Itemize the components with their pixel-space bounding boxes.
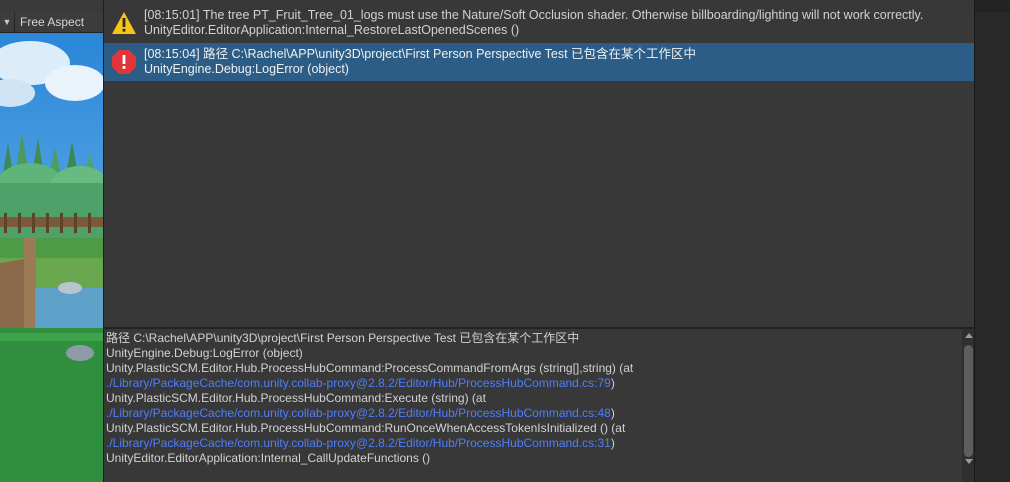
- link-suffix: ): [610, 376, 615, 390]
- log-entry-warning[interactable]: [08:15:01] The tree PT_Fruit_Tree_01_log…: [104, 4, 975, 42]
- detail-line: 路径 C:\Rachel\APP\unity3D\project\First P…: [106, 331, 580, 345]
- stack-trace-link[interactable]: ./Library/PackageCache/com.unity.collab-…: [106, 376, 611, 390]
- log-details-panel: 路径 C:\Rachel\APP\unity3D\project\First P…: [104, 329, 962, 482]
- stack-trace-link[interactable]: ./Library/PackageCache/com.unity.collab-…: [106, 436, 611, 450]
- warning-icon: [104, 4, 144, 42]
- stack-trace-link-row: ./Library/PackageCache/com.unity.collab-…: [106, 376, 962, 391]
- stack-trace-link-row: ./Library/PackageCache/com.unity.collab-…: [106, 436, 962, 451]
- log-stack-first-line: UnityEngine.Debug:LogError (object): [144, 62, 349, 76]
- console-log-list[interactable]: [08:15:01] The tree PT_Fruit_Tree_01_log…: [104, 0, 975, 327]
- game-view[interactable]: ▼ Free Aspect: [0, 0, 103, 482]
- right-side-panel: [974, 0, 1010, 482]
- stack-trace-link[interactable]: ./Library/PackageCache/com.unity.collab-…: [106, 406, 611, 420]
- log-stack-first-line: UnityEditor.EditorApplication:Internal_R…: [144, 23, 520, 37]
- detail-line: Unity.PlasticSCM.Editor.Hub.ProcessHubCo…: [106, 391, 486, 405]
- detail-line: UnityEditor.EditorApplication:Internal_C…: [106, 451, 431, 465]
- log-message: [08:15:01] The tree PT_Fruit_Tree_01_log…: [144, 8, 924, 22]
- console-window: [08:15:01] The tree PT_Fruit_Tree_01_log…: [103, 0, 975, 482]
- scroll-up-arrow-icon[interactable]: [965, 333, 973, 338]
- detail-line: UnityEngine.Debug:LogError (object): [106, 346, 303, 360]
- game-scene-render: [0, 33, 103, 482]
- link-suffix: ): [610, 406, 615, 420]
- error-icon: [104, 43, 144, 81]
- detail-line: Unity.PlasticSCM.Editor.Hub.ProcessHubCo…: [106, 421, 626, 435]
- stack-trace-link-row: ./Library/PackageCache/com.unity.collab-…: [106, 406, 962, 421]
- triangle-down-icon[interactable]: ▼: [0, 17, 14, 27]
- link-suffix: ): [610, 436, 615, 450]
- log-message: [08:15:04] 路径 C:\Rachel\APP\unity3D\proj…: [144, 47, 697, 61]
- aspect-dropdown[interactable]: Free Aspect: [20, 15, 84, 29]
- scrollbar-thumb[interactable]: [964, 345, 973, 457]
- detail-line: Unity.PlasticSCM.Editor.Hub.ProcessHubCo…: [106, 361, 634, 375]
- toolbar-divider: [14, 12, 15, 32]
- scroll-down-arrow-icon[interactable]: [965, 459, 973, 464]
- game-view-toolbar: ▼ Free Aspect: [0, 12, 103, 33]
- log-entry-error[interactable]: [08:15:04] 路径 C:\Rachel\APP\unity3D\proj…: [104, 43, 975, 81]
- right-panel-header: [975, 0, 1010, 12]
